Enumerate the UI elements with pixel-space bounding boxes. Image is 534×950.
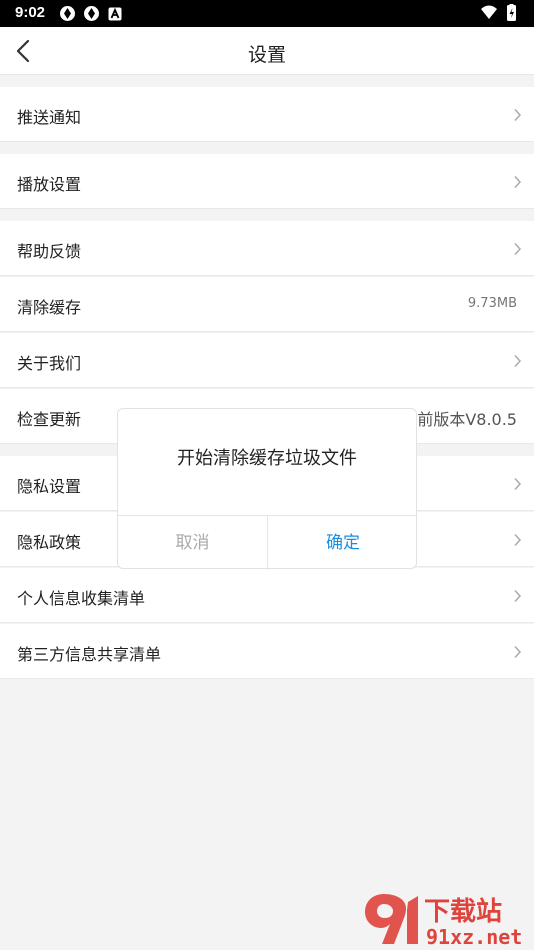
- chevron-right-icon: [513, 476, 522, 491]
- chevron-right-icon: [513, 241, 522, 256]
- current-version: 当前版本V8.0.5: [401, 410, 517, 429]
- cancel-button[interactable]: 取消: [118, 516, 268, 570]
- clear-cache-dialog: 开始清除缓存垃圾文件 取消 确定: [117, 408, 417, 570]
- cache-size: 9.73MB: [467, 296, 517, 311]
- notification-app-icon: [59, 5, 76, 26]
- battery-charging-icon: [507, 4, 516, 21]
- chevron-right-icon: [513, 174, 522, 189]
- page-title: 设置: [247, 44, 286, 66]
- dialog-actions: 取消 确定: [118, 515, 416, 570]
- setting-third-party-sharing-list[interactable]: 第三方信息共享清单: [0, 624, 534, 679]
- setting-label: 帮助反馈: [17, 242, 82, 261]
- setting-label: 清除缓存: [17, 298, 82, 317]
- dialog-message: 开始清除缓存垃圾文件: [177, 448, 357, 469]
- setting-label: 推送通知: [17, 108, 82, 127]
- setting-label: 隐私设置: [17, 477, 82, 496]
- status-right-icons: [480, 4, 520, 26]
- chevron-right-icon: [513, 644, 522, 659]
- top-bar: 设置: [0, 27, 534, 75]
- setting-playback[interactable]: 播放设置: [0, 154, 534, 209]
- watermark-logo: 下载站 91xz.net: [362, 890, 534, 950]
- setting-help-feedback[interactable]: 帮助反馈: [0, 221, 534, 276]
- setting-label: 检查更新: [17, 410, 82, 429]
- status-time: 9:02: [15, 4, 46, 21]
- chevron-right-icon: [513, 107, 522, 122]
- wifi-icon: [481, 5, 497, 19]
- notification-app-icon: [83, 5, 100, 26]
- setting-label: 播放设置: [17, 175, 82, 194]
- setting-push-notifications[interactable]: 推送通知: [0, 87, 534, 142]
- watermark-text: 下载站: [424, 897, 502, 927]
- chevron-right-icon: [513, 353, 522, 368]
- chevron-right-icon: [513, 532, 522, 547]
- setting-clear-cache[interactable]: 清除缓存 9.73MB: [0, 277, 534, 332]
- setting-label: 第三方信息共享清单: [17, 645, 162, 664]
- setting-personal-info-list[interactable]: 个人信息收集清单: [0, 568, 534, 623]
- watermark-url: 91xz.net: [426, 925, 522, 949]
- setting-about-us[interactable]: 关于我们: [0, 333, 534, 388]
- setting-label: 个人信息收集清单: [17, 589, 146, 608]
- chevron-right-icon: [513, 588, 522, 603]
- confirm-button[interactable]: 确定: [268, 516, 418, 570]
- setting-label: 关于我们: [17, 354, 82, 373]
- status-bar: 9:02: [0, 0, 534, 27]
- notification-a-icon: [108, 6, 122, 25]
- setting-label: 隐私政策: [17, 533, 82, 552]
